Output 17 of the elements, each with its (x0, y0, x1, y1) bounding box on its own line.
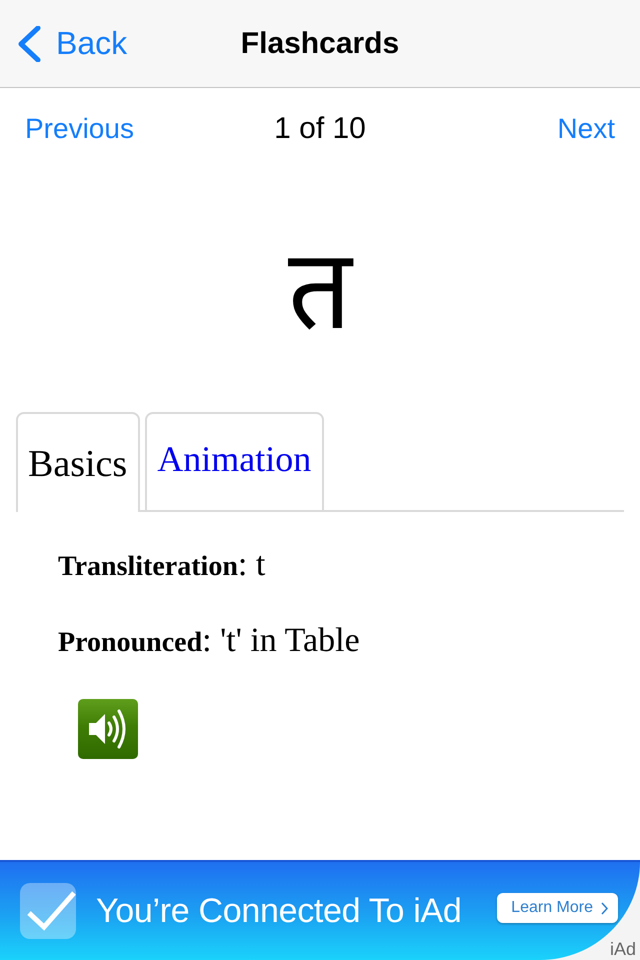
detail-text: Transliteration: t (58, 545, 266, 585)
back-button[interactable]: Back (16, 25, 128, 62)
learn-more-button[interactable]: Learn More (497, 893, 618, 923)
detail-text: Pronounced: 't' in Table (58, 621, 360, 661)
speaker-icon[interactable] (78, 699, 138, 759)
chevron-left-icon (16, 26, 42, 62)
checkmark-icon (20, 883, 76, 939)
tab[interactable]: Animation (145, 412, 324, 510)
next-button[interactable]: Next (557, 113, 615, 145)
ad-brand-label: iAd (610, 940, 636, 958)
chevron-right-icon (601, 902, 608, 914)
previous-button[interactable]: Previous (25, 113, 134, 145)
tab[interactable]: Basics (16, 412, 140, 512)
screen-title: Flashcards (240, 26, 400, 60)
card-position: 1 of 10 (274, 112, 366, 146)
flashcard-character: त (288, 234, 352, 346)
ad-headline: You’re Connected To iAd (96, 892, 462, 930)
